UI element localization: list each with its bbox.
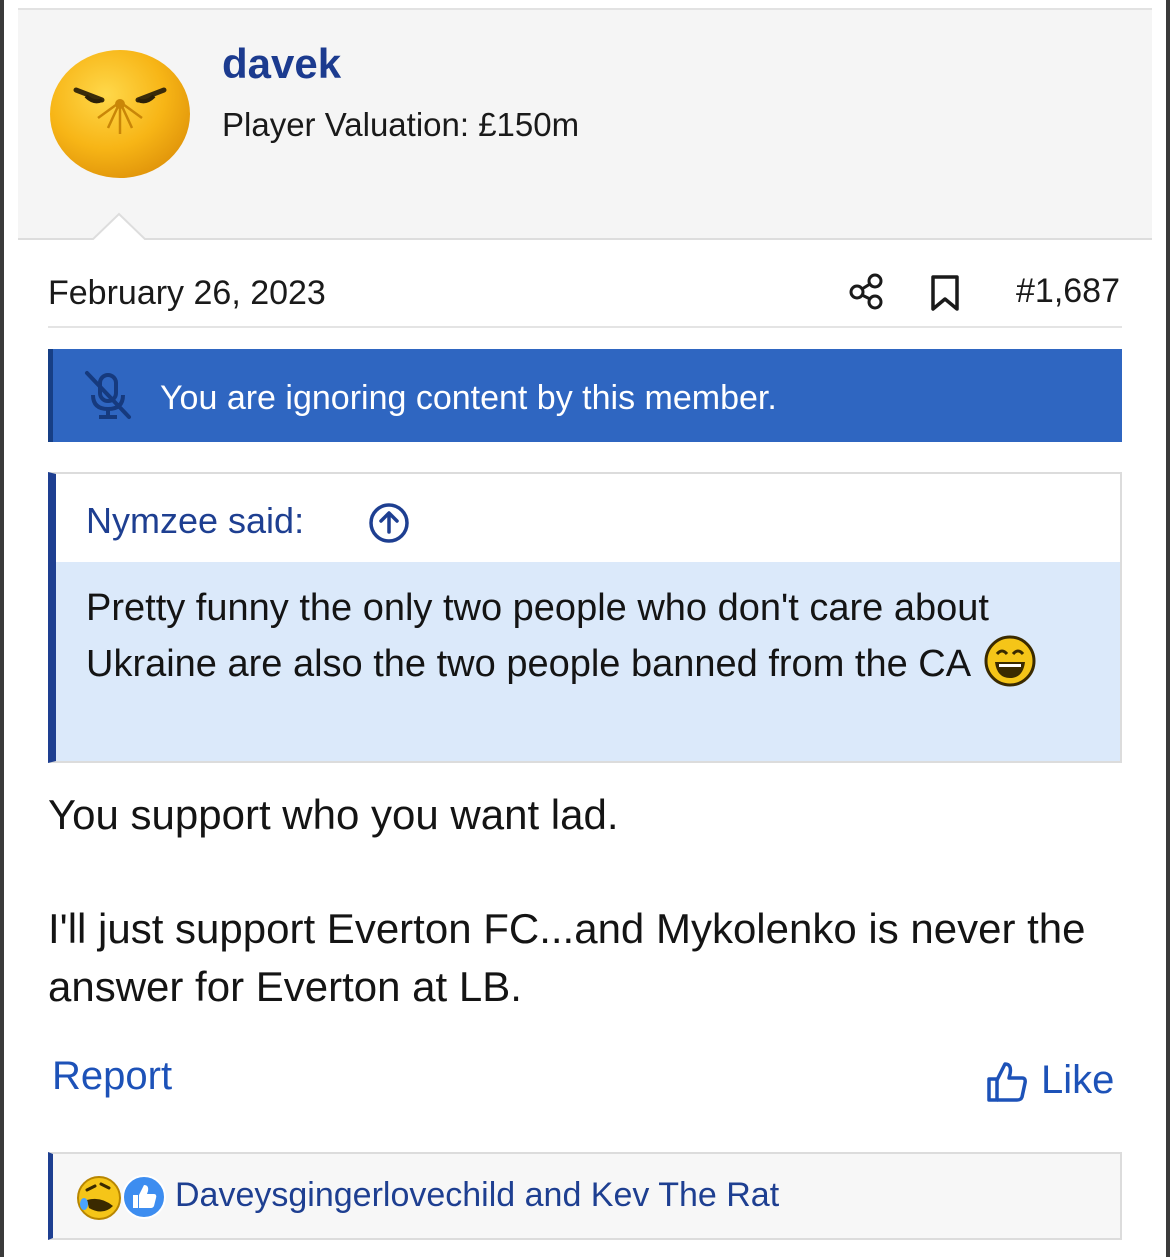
post-paragraph: You support who you want lad. bbox=[48, 791, 619, 838]
muted-microphone-icon bbox=[85, 371, 131, 419]
quote-author-link[interactable]: Nymzee said: bbox=[86, 500, 304, 542]
like-button[interactable]: Like bbox=[985, 1058, 1125, 1108]
post-paragraph: I'll just support Everton FC...and Mykol… bbox=[48, 905, 1086, 1010]
thumbs-up-icon bbox=[987, 1062, 1027, 1102]
reactions-list-link[interactable]: Daveysgingerlovechild and Kev The Rat bbox=[175, 1176, 779, 1215]
report-link[interactable]: Report bbox=[52, 1054, 172, 1099]
post-date[interactable]: February 26, 2023 bbox=[48, 274, 326, 313]
frame-right-edge bbox=[1166, 0, 1170, 1257]
ignore-notice: You are ignoring content by this member. bbox=[48, 349, 1122, 442]
share-icon[interactable] bbox=[848, 272, 886, 310]
reactions-bar[interactable]: Daveysgingerlovechild and Kev The Rat bbox=[48, 1152, 1122, 1240]
quote-header: Nymzee said: bbox=[56, 474, 1120, 562]
rofl-reaction-icon bbox=[77, 1176, 121, 1220]
like-label: Like bbox=[1041, 1058, 1115, 1102]
quote-text-container: Pretty funny the only two people who don… bbox=[86, 582, 1096, 690]
orange-face-avatar[interactable] bbox=[48, 42, 192, 184]
ignore-notice-text: You are ignoring content by this member. bbox=[160, 379, 777, 417]
bookmark-icon[interactable] bbox=[930, 274, 960, 312]
post-number-link[interactable]: #1,687 bbox=[1016, 272, 1120, 311]
frame-left-edge bbox=[0, 0, 4, 1257]
jump-to-quote-icon[interactable] bbox=[368, 502, 410, 544]
post-body: You support who you want lad. I'll just … bbox=[48, 786, 1128, 1016]
user-title: Player Valuation: £150m bbox=[222, 106, 580, 143]
username-link[interactable]: davek bbox=[222, 40, 341, 88]
quote-body: Pretty funny the only two people who don… bbox=[56, 562, 1120, 761]
like-reaction-icon bbox=[122, 1175, 166, 1219]
user-header bbox=[18, 8, 1152, 240]
post-meta-row: February 26, 2023 #1,687 bbox=[48, 268, 1122, 328]
header-pointer bbox=[90, 212, 148, 242]
quote-text: Pretty funny the only two people who don… bbox=[86, 587, 989, 685]
laughing-emoji bbox=[984, 635, 1036, 687]
quote-block: Nymzee said: Pretty funny the only two p… bbox=[48, 472, 1122, 763]
